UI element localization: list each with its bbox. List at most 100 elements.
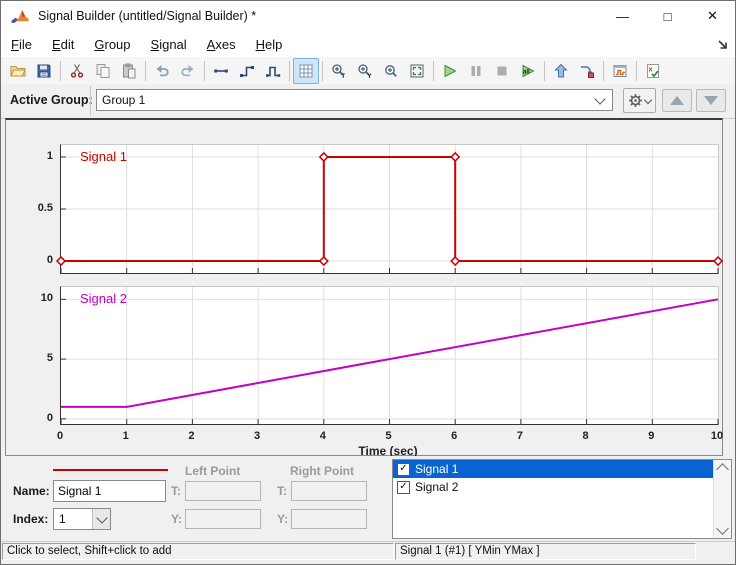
index-select-button[interactable] (92, 509, 110, 529)
paste-icon (123, 63, 136, 78)
fit-view-button[interactable] (404, 58, 430, 84)
menu-signal[interactable]: Signal (141, 33, 197, 56)
toolbar-separator (636, 60, 637, 81)
minimize-button[interactable]: — (600, 1, 645, 31)
play-all-button[interactable]: all (515, 58, 541, 84)
zoom-time-icon: T (332, 63, 345, 79)
redo-icon (181, 64, 194, 76)
x-tick-label: 10 (710, 430, 724, 442)
show-signal-dialog-button[interactable] (607, 58, 633, 84)
open-button[interactable] (5, 58, 31, 84)
redo-button[interactable] (175, 58, 201, 84)
move-group-down-button[interactable] (696, 89, 726, 112)
goto-block-icon (581, 65, 594, 78)
dock-arrow-icon[interactable] (716, 38, 729, 51)
group-settings-button[interactable] (623, 88, 656, 113)
cut-icon (70, 63, 84, 78)
signal-point-marker[interactable] (55, 255, 67, 267)
zoom-time-button[interactable]: T (326, 58, 352, 84)
copy-icon (96, 63, 110, 78)
zoom-in-button[interactable] (378, 58, 404, 84)
x-tick-label: 9 (648, 430, 655, 442)
right-point-title: Right Point (290, 464, 354, 478)
y-tick-label: 0 (46, 411, 53, 424)
svg-text:all: all (523, 69, 530, 75)
signal-name-label: Signal 1 (80, 149, 127, 164)
paste-button[interactable] (116, 58, 142, 84)
toolbar-separator (433, 60, 434, 81)
goto-block-button[interactable] (574, 58, 600, 84)
name-input[interactable] (53, 480, 166, 502)
save-button[interactable] (31, 58, 57, 84)
matlab-app-icon (10, 7, 30, 25)
menu-help[interactable]: Help (246, 33, 293, 56)
copy-button[interactable] (90, 58, 116, 84)
x-tick-label: 8 (582, 430, 589, 442)
name-label: Name: (13, 484, 50, 498)
right-t-input[interactable] (291, 481, 367, 501)
fit-view-icon (410, 64, 424, 77)
menu-file[interactable]: File (1, 33, 42, 56)
stop-button[interactable] (489, 58, 515, 84)
chevron-down-icon (643, 95, 653, 104)
undo-button[interactable] (149, 58, 175, 84)
listbox-scrollbar[interactable] (713, 460, 731, 538)
draw-step-button[interactable] (234, 58, 260, 84)
chevron-down-icon (594, 93, 606, 105)
draw-pulse-button[interactable] (260, 58, 286, 84)
zoom-y-button[interactable]: Y (352, 58, 378, 84)
list-item[interactable]: ✓ Signal 2 (393, 478, 731, 496)
signal-point-marker[interactable] (712, 255, 724, 267)
move-group-up-button[interactable] (662, 89, 692, 112)
draw-line-button[interactable] (208, 58, 234, 84)
menu-group[interactable]: Group (84, 33, 140, 56)
bottom-panel: Name: Index: 1 Left Point T: Y: Right Po… (1, 456, 735, 541)
maximize-button[interactable]: □ (645, 1, 690, 31)
menubar: File Edit Group Signal Axes Help (1, 31, 735, 58)
x-tick-label: 2 (188, 430, 195, 442)
toolbar: T Y all x (1, 57, 735, 85)
left-t-input[interactable] (185, 481, 261, 501)
signal-point-marker[interactable] (318, 151, 329, 163)
signal-checkbox[interactable]: ✓ (397, 480, 410, 494)
signal-checkbox[interactable]: ✓ (397, 462, 410, 476)
y-tick-label: 0.5 (37, 202, 53, 214)
close-button[interactable]: ✕ (690, 1, 735, 31)
signal-point-marker[interactable] (318, 255, 329, 267)
signal-point-marker[interactable] (450, 255, 461, 267)
signal2-plot[interactable] (60, 286, 719, 425)
up-triangle-icon (670, 96, 684, 105)
left-y-input[interactable] (185, 509, 261, 529)
index-value: 1 (59, 512, 66, 526)
toolbar-separator (204, 60, 205, 81)
menu-axes[interactable]: Axes (197, 33, 246, 56)
play-button[interactable] (437, 58, 463, 84)
toolbar-separator (60, 60, 61, 81)
right-y-input[interactable] (291, 509, 367, 529)
grid-toggle-button[interactable] (293, 57, 319, 84)
window-title: Signal Builder (untitled/Signal Builder)… (38, 9, 257, 23)
scroll-up-icon[interactable] (716, 463, 729, 476)
signal-listbox[interactable]: ✓ Signal 1 ✓ Signal 2 (392, 459, 732, 539)
divider (90, 86, 91, 116)
right-y-label: Y: (277, 512, 289, 526)
signal1-plot[interactable] (55, 144, 724, 274)
menu-edit[interactable]: Edit (42, 33, 84, 56)
signal-builder-window: Signal Builder (untitled/Signal Builder)… (0, 0, 736, 565)
active-group-combobox[interactable]: Group 1 (96, 89, 613, 111)
signal-point-marker[interactable] (450, 151, 461, 163)
scroll-down-icon[interactable] (716, 522, 729, 535)
index-select[interactable]: 1 (53, 508, 111, 530)
list-item[interactable]: ✓ Signal 1 (393, 460, 731, 478)
selected-signal-color-sample (53, 469, 168, 471)
x-tick-label: 5 (385, 430, 392, 442)
draw-pulse-icon (266, 66, 281, 77)
cut-button[interactable] (64, 58, 90, 84)
verify-button[interactable]: x (640, 58, 666, 84)
signal-dialog-icon (613, 64, 627, 77)
x-tick-label: 3 (254, 430, 261, 442)
pause-button[interactable] (463, 58, 489, 84)
toolbar-separator (603, 60, 604, 81)
pause-icon (471, 65, 481, 76)
up-to-parent-button[interactable] (548, 58, 574, 84)
